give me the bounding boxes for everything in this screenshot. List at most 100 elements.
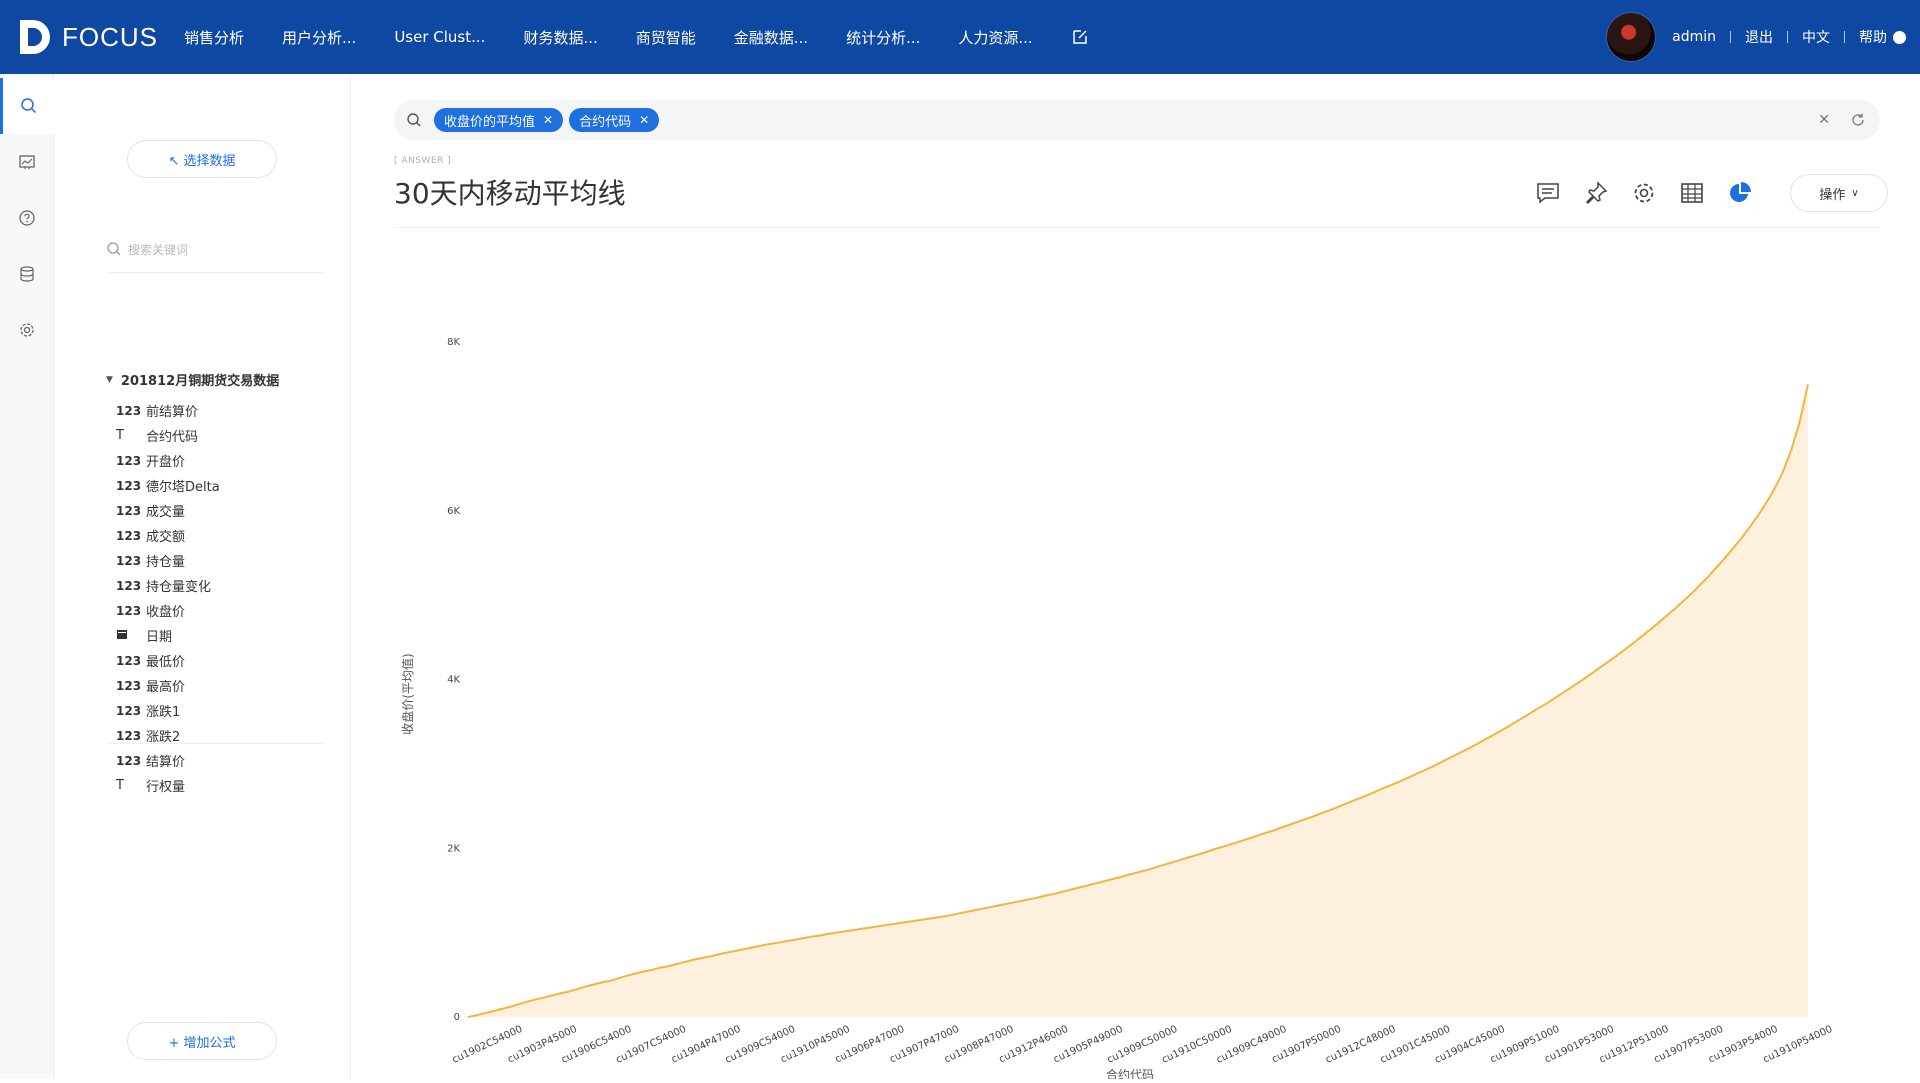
- username[interactable]: admin: [1672, 29, 1716, 45]
- numeric-type-icon: 123: [116, 753, 142, 768]
- numeric-type-icon: 123: [116, 653, 142, 668]
- logo-mark-icon: [20, 18, 50, 56]
- left-icon-rail: [0, 74, 54, 1079]
- field-item[interactable]: 123 成交量: [116, 498, 220, 523]
- field-item[interactable]: 123 最低价: [116, 648, 220, 673]
- nav-item-user-cluster[interactable]: User Clust...: [394, 28, 485, 46]
- help-icon[interactable]: [1893, 30, 1906, 44]
- help-link[interactable]: 帮助: [1859, 27, 1887, 47]
- rail-database[interactable]: [0, 246, 54, 302]
- operations-dropdown[interactable]: 操作 ∨: [1790, 174, 1888, 212]
- pin-button[interactable]: [1572, 175, 1620, 211]
- field-name: 日期: [146, 630, 173, 645]
- close-icon[interactable]: ✕: [639, 113, 649, 127]
- nav-item-sales[interactable]: 销售分析: [184, 27, 244, 48]
- query-bar[interactable]: 收盘价的平均值 ✕ 合约代码 ✕ ✕: [394, 100, 1880, 140]
- field-item[interactable]: 123 开盘价: [116, 448, 220, 473]
- chevron-down-icon: ∨: [1851, 187, 1859, 199]
- dashboard-icon: [19, 155, 35, 169]
- y-tick-label: 0: [454, 1012, 460, 1023]
- comment-button[interactable]: [1524, 175, 1572, 211]
- field-item[interactable]: 123 持仓量: [116, 548, 220, 573]
- nav-item-financial-data[interactable]: 金融数据...: [734, 27, 808, 48]
- field-item[interactable]: T 合约代码: [116, 423, 220, 448]
- top-navigation-bar: FOCUS 销售分析 用户分析... User Clust... 财务数据...…: [0, 0, 1920, 74]
- nav-item-hr[interactable]: 人力资源...: [958, 27, 1032, 48]
- help-icon: [19, 210, 35, 226]
- field-name: 开盘价: [146, 455, 186, 470]
- close-icon[interactable]: ✕: [543, 113, 553, 127]
- nav-item-user-analysis[interactable]: 用户分析...: [282, 27, 356, 48]
- field-item[interactable]: 123 前结算价: [116, 398, 220, 423]
- field-item[interactable]: 日期: [116, 623, 220, 648]
- settings-button[interactable]: [1620, 175, 1668, 211]
- settings-icon: [20, 323, 34, 337]
- field-item[interactable]: 123 德尔塔Delta: [116, 473, 220, 498]
- field-name: 涨跌1: [146, 705, 181, 720]
- text-type-icon: T: [116, 778, 124, 793]
- field-name: 德尔塔Delta: [146, 480, 220, 495]
- numeric-type-icon: 123: [116, 678, 142, 693]
- caret-down-icon: ▼: [106, 374, 113, 385]
- field-item[interactable]: T 行权量: [116, 773, 220, 798]
- field-item[interactable]: 123 最高价: [116, 673, 220, 698]
- logout-link[interactable]: 退出: [1745, 27, 1773, 47]
- field-name: 最低价: [146, 655, 186, 670]
- field-name: 持仓量变化: [146, 580, 212, 595]
- nav-item-trade-intelligence[interactable]: 商贸智能: [636, 27, 696, 48]
- logo-text: FOCUS: [62, 21, 158, 52]
- pie-chart-icon: [1730, 182, 1751, 202]
- query-chip[interactable]: 合约代码 ✕: [569, 108, 660, 132]
- app-logo[interactable]: FOCUS: [20, 17, 158, 57]
- field-name: 合约代码: [146, 430, 199, 445]
- numeric-type-icon: 123: [116, 578, 142, 593]
- field-search-input[interactable]: 搜索关键词: [106, 234, 316, 264]
- select-data-button[interactable]: ↖ 选择数据: [127, 140, 277, 178]
- edit-icon[interactable]: [1071, 28, 1089, 46]
- pin-icon: [1585, 181, 1608, 205]
- rail-help[interactable]: [0, 190, 54, 246]
- main-area: 收盘价的平均值 ✕ 合约代码 ✕ ✕ [ ANSWER ] 30天内移动平均线 操作…: [352, 74, 1920, 1082]
- avatar[interactable]: [1606, 12, 1657, 62]
- area-chart[interactable]: 02K4K6K8K cu1902C54000cu1903P45000cu1906…: [352, 234, 1920, 1082]
- query-chip[interactable]: 收盘价的平均值 ✕: [434, 108, 564, 132]
- numeric-type-icon: 123: [116, 403, 142, 418]
- field-name: 行权量: [146, 780, 186, 795]
- rail-search[interactable]: [0, 78, 54, 134]
- chart-type-button[interactable]: [1716, 175, 1764, 211]
- refresh-icon[interactable]: [1850, 112, 1866, 128]
- search-placeholder: 搜索关键词: [128, 242, 189, 257]
- field-item[interactable]: 123 收盘价: [116, 598, 220, 623]
- calendar-icon: [116, 628, 146, 643]
- settings-icon: [1634, 183, 1654, 203]
- field-name: 收盘价: [146, 605, 186, 620]
- dataset-title[interactable]: ▼ 201812月铜期货交易数据: [106, 370, 279, 389]
- comment-icon: [1537, 183, 1559, 204]
- field-item[interactable]: 123 结算价: [116, 748, 220, 773]
- field-list: 123 前结算价 T 合约代码 123 开盘价 123 德尔塔Delta 123 成交量 123 成交…: [116, 398, 220, 798]
- nav-item-finance-data[interactable]: 财务数据...: [523, 27, 597, 48]
- language-switch[interactable]: 中文: [1802, 27, 1830, 47]
- rail-dashboard[interactable]: [0, 134, 54, 190]
- rail-settings[interactable]: [0, 302, 54, 358]
- field-item[interactable]: 123 涨跌2: [116, 723, 220, 748]
- y-axis-label[interactable]: 收盘价(平均值): [400, 653, 415, 734]
- numeric-type-icon: 123: [116, 728, 142, 743]
- field-item[interactable]: 123 成交额: [116, 523, 220, 548]
- field-name: 成交额: [146, 530, 186, 545]
- table-view-button[interactable]: [1668, 175, 1716, 211]
- numeric-type-icon: 123: [116, 703, 142, 718]
- field-name: 成交量: [146, 505, 186, 520]
- x-axis-label[interactable]: 合约代码: [1106, 1067, 1154, 1082]
- field-item[interactable]: 123 持仓量变化: [116, 573, 220, 598]
- add-formula-button[interactable]: + 增加公式: [127, 1022, 277, 1060]
- main-nav: 销售分析 用户分析... User Clust... 财务数据... 商贸智能 …: [184, 0, 1089, 74]
- y-tick-label: 8K: [447, 337, 460, 348]
- y-tick-label: 2K: [447, 843, 460, 854]
- clear-icon[interactable]: ✕: [1818, 112, 1830, 128]
- chart-container: 0 2K 4K 6K 8K cu1902C54000 cu1903P45000 cu1906…: [352, 234, 1920, 1082]
- nav-item-statistics[interactable]: 统计分析...: [846, 27, 920, 48]
- numeric-type-icon: 123: [116, 553, 142, 568]
- answer-tag: [ ANSWER ]: [394, 156, 452, 166]
- field-item[interactable]: 123 涨跌1: [116, 698, 220, 723]
